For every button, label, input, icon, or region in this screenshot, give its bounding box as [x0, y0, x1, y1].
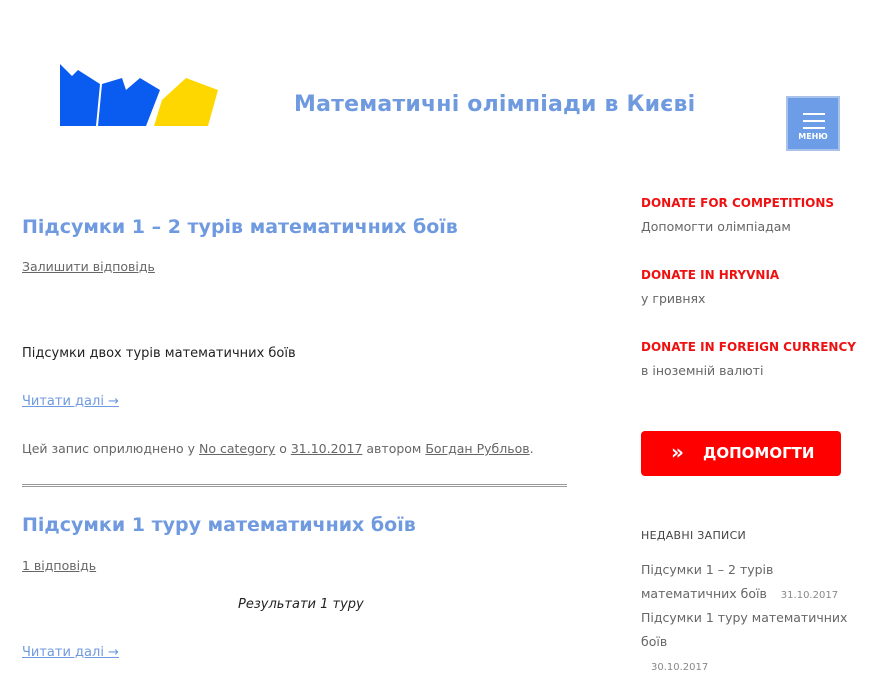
logo-yellow-shape — [154, 78, 218, 126]
post-excerpt: Результати 1 туру — [238, 597, 364, 612]
logo-blue-shape — [98, 78, 160, 126]
recent-post-link[interactable]: Підсумки 1 туру математичних боїв — [641, 610, 847, 649]
menu-label: МЕНЮ — [798, 132, 828, 141]
leave-reply-link[interactable]: Залишити відповідь — [22, 259, 155, 274]
post-meta: Цей запис оприлюднено у No category о 31… — [22, 441, 534, 456]
donate-hryvnia-heading[interactable]: DONATE IN HRYVNIA — [641, 268, 779, 282]
help-button-label: ДОПОМОГТИ — [703, 444, 815, 462]
post-divider — [22, 484, 567, 487]
post-excerpt: Підсумки двох турів математичних боїв — [22, 346, 296, 361]
post-title[interactable]: Підсумки 1 – 2 турів математичних боїв — [22, 216, 458, 238]
recent-post-item: Підсумки 1 туру математичних боїв 30.10.… — [641, 606, 866, 680]
hamburger-icon — [803, 113, 825, 134]
recent-post-date: 31.10.2017 — [780, 590, 839, 601]
category-link[interactable]: No category — [199, 441, 275, 456]
post-title-link[interactable]: Підсумки 1 – 2 турів математичних боїв — [22, 216, 458, 238]
recent-post-date: 30.10.2017 — [651, 662, 709, 673]
author-link[interactable]: Богдан Рубльов — [425, 441, 529, 456]
recent-post-item: Підсумки 1 – 2 турів математичних боїв 3… — [641, 558, 866, 608]
donate-foreign-subtitle: в іноземній валюті — [641, 363, 764, 378]
meta-end: . — [529, 441, 534, 456]
post-date-link[interactable]: 31.10.2017 — [291, 441, 363, 456]
meta-sep: автором — [362, 441, 426, 456]
post-title-link[interactable]: Підсумки 1 туру математичних боїв — [22, 514, 416, 536]
post-title[interactable]: Підсумки 1 туру математичних боїв — [22, 514, 416, 536]
read-more-link[interactable]: Читати далі → — [22, 394, 119, 409]
donate-competitions-heading[interactable]: DONATE FOR COMPETITIONS — [641, 196, 834, 210]
recent-posts-heading: НЕДАВНІ ЗАПИСИ — [641, 529, 747, 542]
help-donate-button[interactable]: » ДОПОМОГТИ — [641, 431, 841, 476]
donate-competitions-subtitle: Допомогти олімпіадам — [641, 219, 791, 234]
meta-prefix: Цей запис оприлюднено у — [22, 441, 200, 456]
donate-foreign-heading[interactable]: DONATE IN FOREIGN CURRENCY — [641, 340, 856, 354]
site-title[interactable]: Математичні олімпіади в Києві — [294, 92, 695, 117]
donate-hryvnia-subtitle: у гривнях — [641, 291, 706, 306]
double-chevron-right-icon: » — [671, 440, 684, 464]
logo-blue-shape — [60, 64, 100, 126]
site-logo[interactable] — [58, 60, 220, 130]
recent-post-link[interactable]: Підсумки 1 – 2 турів математичних боїв — [641, 562, 773, 601]
comments-link[interactable]: 1 відповідь — [22, 558, 96, 573]
meta-sep: о — [275, 441, 291, 456]
menu-button[interactable]: МЕНЮ — [786, 96, 840, 151]
